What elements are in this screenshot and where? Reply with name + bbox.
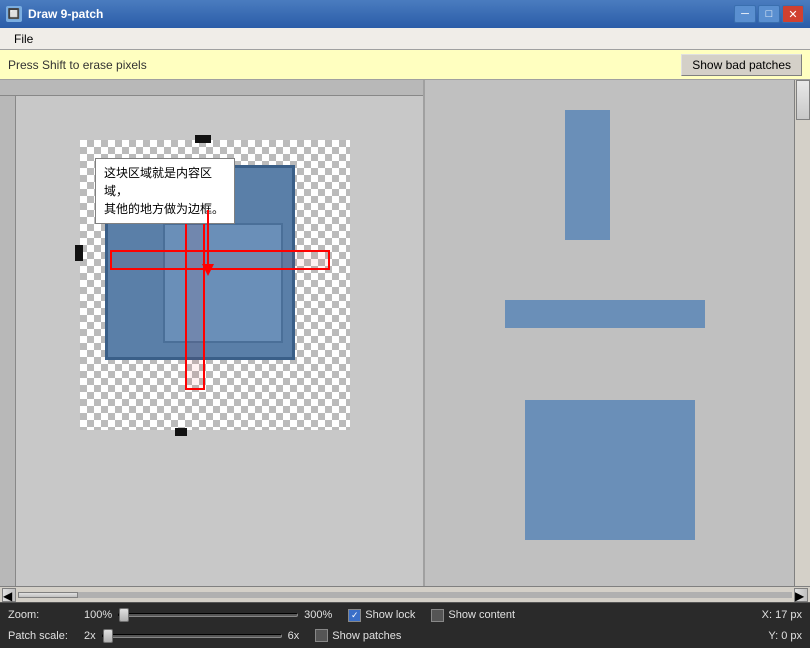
show-patches-label[interactable]: Show patches <box>332 630 401 642</box>
scroll-left-button[interactable]: ◀ <box>2 588 16 602</box>
preview-shape-square <box>525 400 695 540</box>
x-coordinate: X: 17 px <box>762 609 802 621</box>
show-content-group: Show content <box>431 609 515 622</box>
show-content-label[interactable]: Show content <box>448 609 515 621</box>
top-patch-mark <box>195 135 211 143</box>
canvas-container[interactable]: 这块区域就是内容区域， 其他的地方做为边框。 <box>80 140 350 430</box>
y-coordinate: Y: 0 px <box>768 630 802 642</box>
menu-bar: File <box>0 28 810 50</box>
vertical-scrollbar[interactable] <box>794 80 810 586</box>
show-lock-group: ✓ Show lock <box>348 609 415 622</box>
zoom-slider[interactable] <box>118 613 298 617</box>
file-menu[interactable]: File <box>6 30 41 48</box>
patch-scale-slider[interactable] <box>102 634 282 638</box>
maximize-button[interactable]: □ <box>758 5 780 23</box>
bottom-patch-mark <box>175 428 187 436</box>
preview-panel <box>425 80 810 586</box>
status-bar: Zoom: 100% 300% ✓ Show lock Show content… <box>0 602 810 648</box>
show-lock-checkbox[interactable]: ✓ <box>348 609 361 622</box>
patch-scale-slider-thumb[interactable] <box>103 629 113 643</box>
zoom-label: Zoom: <box>8 609 78 621</box>
left-ruler <box>0 80 16 586</box>
zoom-value: 100% <box>84 609 112 621</box>
scroll-right-button[interactable]: ▶ <box>794 588 808 602</box>
left-patch-mark <box>75 245 83 261</box>
show-lock-label[interactable]: Show lock <box>365 609 415 621</box>
toolbar: Press Shift to erase pixels Show bad pat… <box>0 50 810 80</box>
show-bad-patches-button[interactable]: Show bad patches <box>681 54 802 76</box>
patch-scale-value: 2x <box>84 630 96 642</box>
zoom-max: 300% <box>304 609 332 621</box>
patch-scale-row: Patch scale: 2x 6x Show patches Y: 0 px <box>8 626 802 646</box>
zoom-row: Zoom: 100% 300% ✓ Show lock Show content… <box>8 605 802 625</box>
close-button[interactable]: ✕ <box>782 5 804 23</box>
title-bar: 🔲 Draw 9-patch ─ □ ✕ <box>0 0 810 28</box>
app-icon: 🔲 <box>6 6 22 22</box>
annotation-arrow <box>188 205 248 285</box>
preview-shape-tall <box>565 110 610 240</box>
annotation-line1: 这块区域就是内容区域， <box>104 166 212 198</box>
window-controls[interactable]: ─ □ ✕ <box>734 5 804 23</box>
patch-scale-label: Patch scale: <box>8 630 78 642</box>
show-patches-checkbox[interactable] <box>315 629 328 642</box>
horizontal-scrollbar[interactable]: ◀ ▶ <box>0 586 810 602</box>
window-title: Draw 9-patch <box>28 7 103 21</box>
patch-canvas[interactable]: 这块区域就是内容区域， 其他的地方做为边框。 <box>80 140 350 430</box>
show-patches-group: Show patches <box>315 629 401 642</box>
editor-panel[interactable]: 这块区域就是内容区域， 其他的地方做为边框。 <box>0 80 425 586</box>
scrollbar-thumb[interactable] <box>796 80 810 120</box>
minimize-button[interactable]: ─ <box>734 5 756 23</box>
h-scrollbar-thumb[interactable] <box>18 592 78 598</box>
toolbar-hint: Press Shift to erase pixels <box>8 58 671 72</box>
top-ruler <box>0 80 423 96</box>
show-content-checkbox[interactable] <box>431 609 444 622</box>
zoom-slider-thumb[interactable] <box>119 608 129 622</box>
main-area: 这块区域就是内容区域， 其他的地方做为边框。 <box>0 80 810 586</box>
preview-shape-wide <box>505 300 705 328</box>
patch-scale-max: 6x <box>288 630 300 642</box>
